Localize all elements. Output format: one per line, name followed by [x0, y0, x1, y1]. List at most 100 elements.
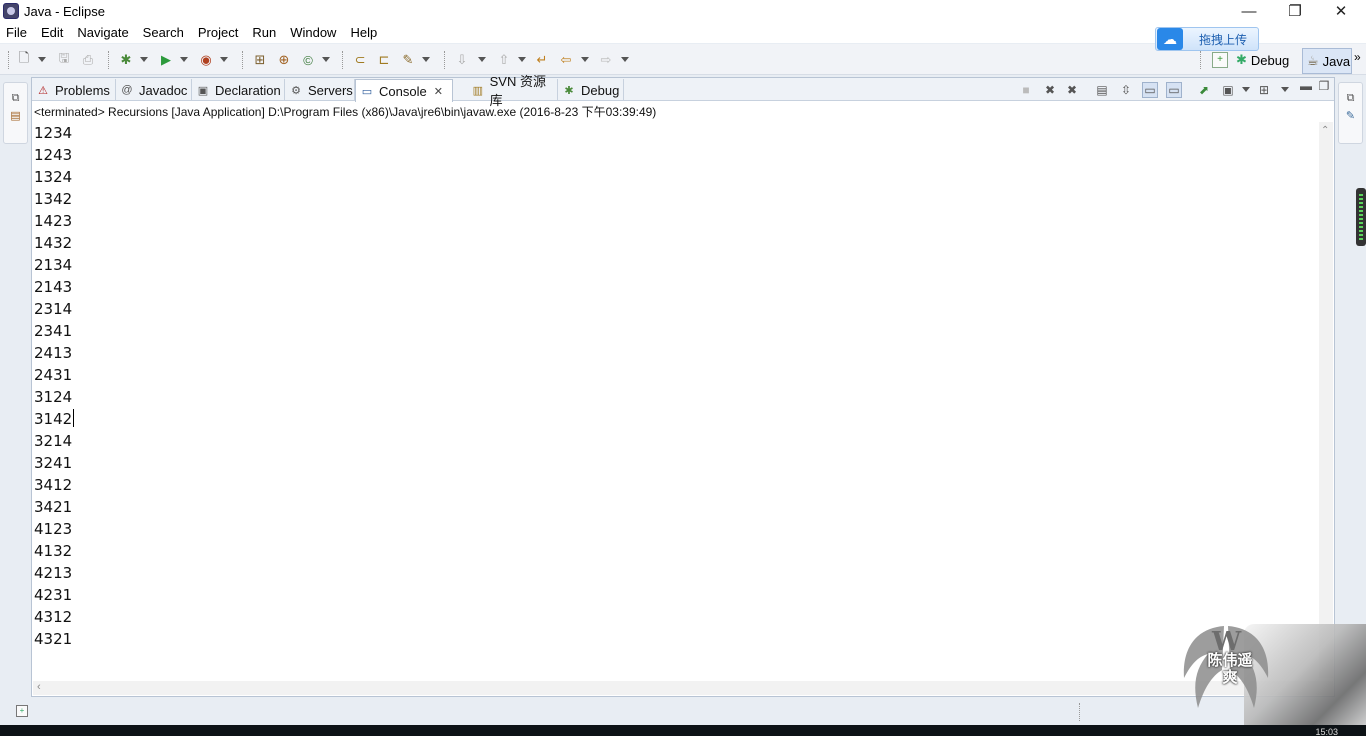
javadoc-icon: @: [121, 84, 133, 96]
last-edit-location-icon[interactable]: ↵: [534, 52, 550, 68]
back-dropdown-arrow[interactable]: [581, 57, 589, 62]
scroll-left-icon[interactable]: ‹: [37, 681, 41, 693]
new-dropdown-arrow[interactable]: [38, 57, 46, 62]
tab-debug[interactable]: ✱ Debug: [558, 79, 624, 101]
menu-project[interactable]: Project: [191, 25, 245, 40]
display-selected-console-icon[interactable]: ▣: [1220, 82, 1236, 98]
show-on-stdout-icon[interactable]: ▭: [1142, 82, 1158, 98]
taskbar-clock: 15:03: [1315, 727, 1338, 736]
new-java-project-icon[interactable]: ⊞: [252, 52, 268, 68]
menu-navigate[interactable]: Navigate: [70, 25, 135, 40]
perspective-java-label: Java: [1322, 53, 1351, 69]
forward-arrow-icon[interactable]: ⇨: [598, 52, 614, 68]
previous-annotation-icon[interactable]: ⇧: [496, 52, 512, 68]
run-dropdown-arrow[interactable]: [180, 57, 188, 62]
terminate-icon[interactable]: ■: [1018, 82, 1034, 98]
restore-icon[interactable]: ⧉: [1342, 91, 1359, 105]
eclipse-app-icon[interactable]: [3, 3, 19, 19]
menu-window[interactable]: Window: [283, 25, 343, 40]
cloud-upload-widget[interactable]: ☁ 拖拽上传: [1155, 27, 1259, 51]
open-console-icon[interactable]: ⊞: [1256, 82, 1272, 98]
tab-label: Servers: [308, 82, 353, 98]
scroll-lock-icon[interactable]: ⇳: [1118, 82, 1134, 98]
menu-help[interactable]: Help: [343, 25, 384, 40]
minimize-view-icon[interactable]: ▬: [1298, 78, 1314, 94]
tab-label: Problems: [55, 82, 110, 98]
close-tab-icon[interactable]: ✕: [434, 85, 443, 98]
debug-dropdown-arrow[interactable]: [140, 57, 148, 62]
console-output[interactable]: 1234 1243 1324 1342 1423 1432 2134 2143 2314 2341…: [34, 122, 75, 650]
menu-file[interactable]: File: [0, 25, 34, 40]
menu-edit[interactable]: Edit: [34, 25, 70, 40]
console-line: 2143: [34, 278, 73, 296]
run-icon[interactable]: ▶: [158, 52, 174, 68]
tab-servers[interactable]: ⚙ Servers: [285, 79, 355, 101]
next-annotation-icon[interactable]: ⇩: [454, 52, 470, 68]
console-line-text: 3142: [34, 410, 73, 428]
open-perspective-icon[interactable]: +: [1212, 52, 1228, 68]
more-perspectives-chevron-icon[interactable]: »: [1354, 50, 1361, 64]
save-icon[interactable]: 🖫: [56, 50, 72, 68]
outline-edit-icon[interactable]: ✎: [1342, 109, 1359, 123]
remove-launch-icon[interactable]: ✖: [1042, 82, 1058, 98]
open-console-dropdown-arrow[interactable]: [1281, 87, 1289, 92]
java-perspective-icon: ☕: [1307, 53, 1319, 68]
fast-view-icon[interactable]: +: [16, 705, 28, 717]
console-line: 2431: [34, 366, 73, 384]
horizontal-scrollbar[interactable]: ‹: [33, 681, 1333, 695]
maximize-view-icon[interactable]: ❐: [1316, 78, 1332, 94]
new-class-icon[interactable]: ©: [300, 52, 316, 68]
debug-bug-icon[interactable]: ✱: [118, 52, 134, 68]
network-meter-widget[interactable]: [1356, 188, 1366, 246]
tab-svn[interactable]: ▥ SVN 资源库: [467, 74, 558, 108]
menu-search[interactable]: Search: [136, 25, 191, 40]
toolbar-separator: [8, 51, 9, 69]
perspective-debug-label: Debug: [1250, 52, 1290, 68]
print-icon[interactable]: ⎙: [80, 52, 96, 68]
open-type-icon[interactable]: ⊂: [352, 52, 368, 68]
next-annotation-dropdown-arrow[interactable]: [478, 57, 486, 62]
console-line: 1243: [34, 146, 73, 164]
close-button[interactable]: ✕: [1318, 0, 1364, 22]
previous-annotation-dropdown-arrow[interactable]: [518, 57, 526, 62]
package-explorer-icon[interactable]: ▤: [7, 109, 24, 123]
new-class-dropdown-arrow[interactable]: [322, 57, 330, 62]
tab-declaration[interactable]: ▣ Declaration: [192, 79, 285, 101]
scroll-up-icon[interactable]: ⌃: [1321, 125, 1329, 136]
search-dropdown-arrow[interactable]: [422, 57, 430, 62]
console-line: 3421: [34, 498, 73, 516]
display-console-dropdown-arrow[interactable]: [1242, 87, 1250, 92]
external-tools-dropdown-arrow[interactable]: [220, 57, 228, 62]
console-line: 2134: [34, 256, 73, 274]
restore-icon[interactable]: ⧉: [7, 91, 24, 105]
pin-console-icon[interactable]: ⬈: [1196, 82, 1212, 98]
view-tab-bar: ⚠ Problems @ Javadoc ▣ Declaration ⚙ Ser…: [32, 74, 1334, 108]
console-line: 4213: [34, 564, 73, 582]
new-icon[interactable]: 🗋: [16, 50, 32, 68]
console-line: 3241: [34, 454, 73, 472]
forward-dropdown-arrow[interactable]: [621, 57, 629, 62]
clear-console-icon[interactable]: ▤: [1094, 82, 1110, 98]
tab-javadoc[interactable]: @ Javadoc: [116, 79, 192, 101]
toolbar-separator: [1200, 51, 1201, 69]
menu-run[interactable]: Run: [245, 25, 283, 40]
remove-all-terminated-icon[interactable]: ✖: [1064, 82, 1080, 98]
external-tools-icon[interactable]: ◉: [198, 52, 214, 68]
new-package-icon[interactable]: ⊕: [276, 52, 292, 68]
vertical-scrollbar[interactable]: ⌃: [1319, 122, 1333, 678]
perspective-debug-button[interactable]: ✱ Debug: [1236, 50, 1289, 70]
tab-console[interactable]: ▭ Console ✕: [355, 79, 453, 102]
right-trim-stack: ⧉ ✎: [1338, 82, 1363, 144]
tab-problems[interactable]: ⚠ Problems: [32, 79, 116, 101]
search-wand-icon[interactable]: ✎: [400, 52, 416, 68]
open-folder-icon[interactable]: ⊏: [376, 52, 392, 68]
maximize-button[interactable]: ❐: [1272, 0, 1318, 22]
show-on-stderr-icon[interactable]: ▭: [1166, 82, 1182, 98]
console-line: 4132: [34, 542, 73, 560]
watermark-text: 陈伟遥 爽: [1200, 652, 1260, 686]
console-icon: ▭: [361, 85, 373, 98]
tab-label: Debug: [581, 82, 620, 98]
minimize-button[interactable]: —: [1226, 0, 1272, 22]
perspective-java-button[interactable]: ☕ Java: [1302, 48, 1352, 74]
back-arrow-icon[interactable]: ⇦: [558, 52, 574, 68]
